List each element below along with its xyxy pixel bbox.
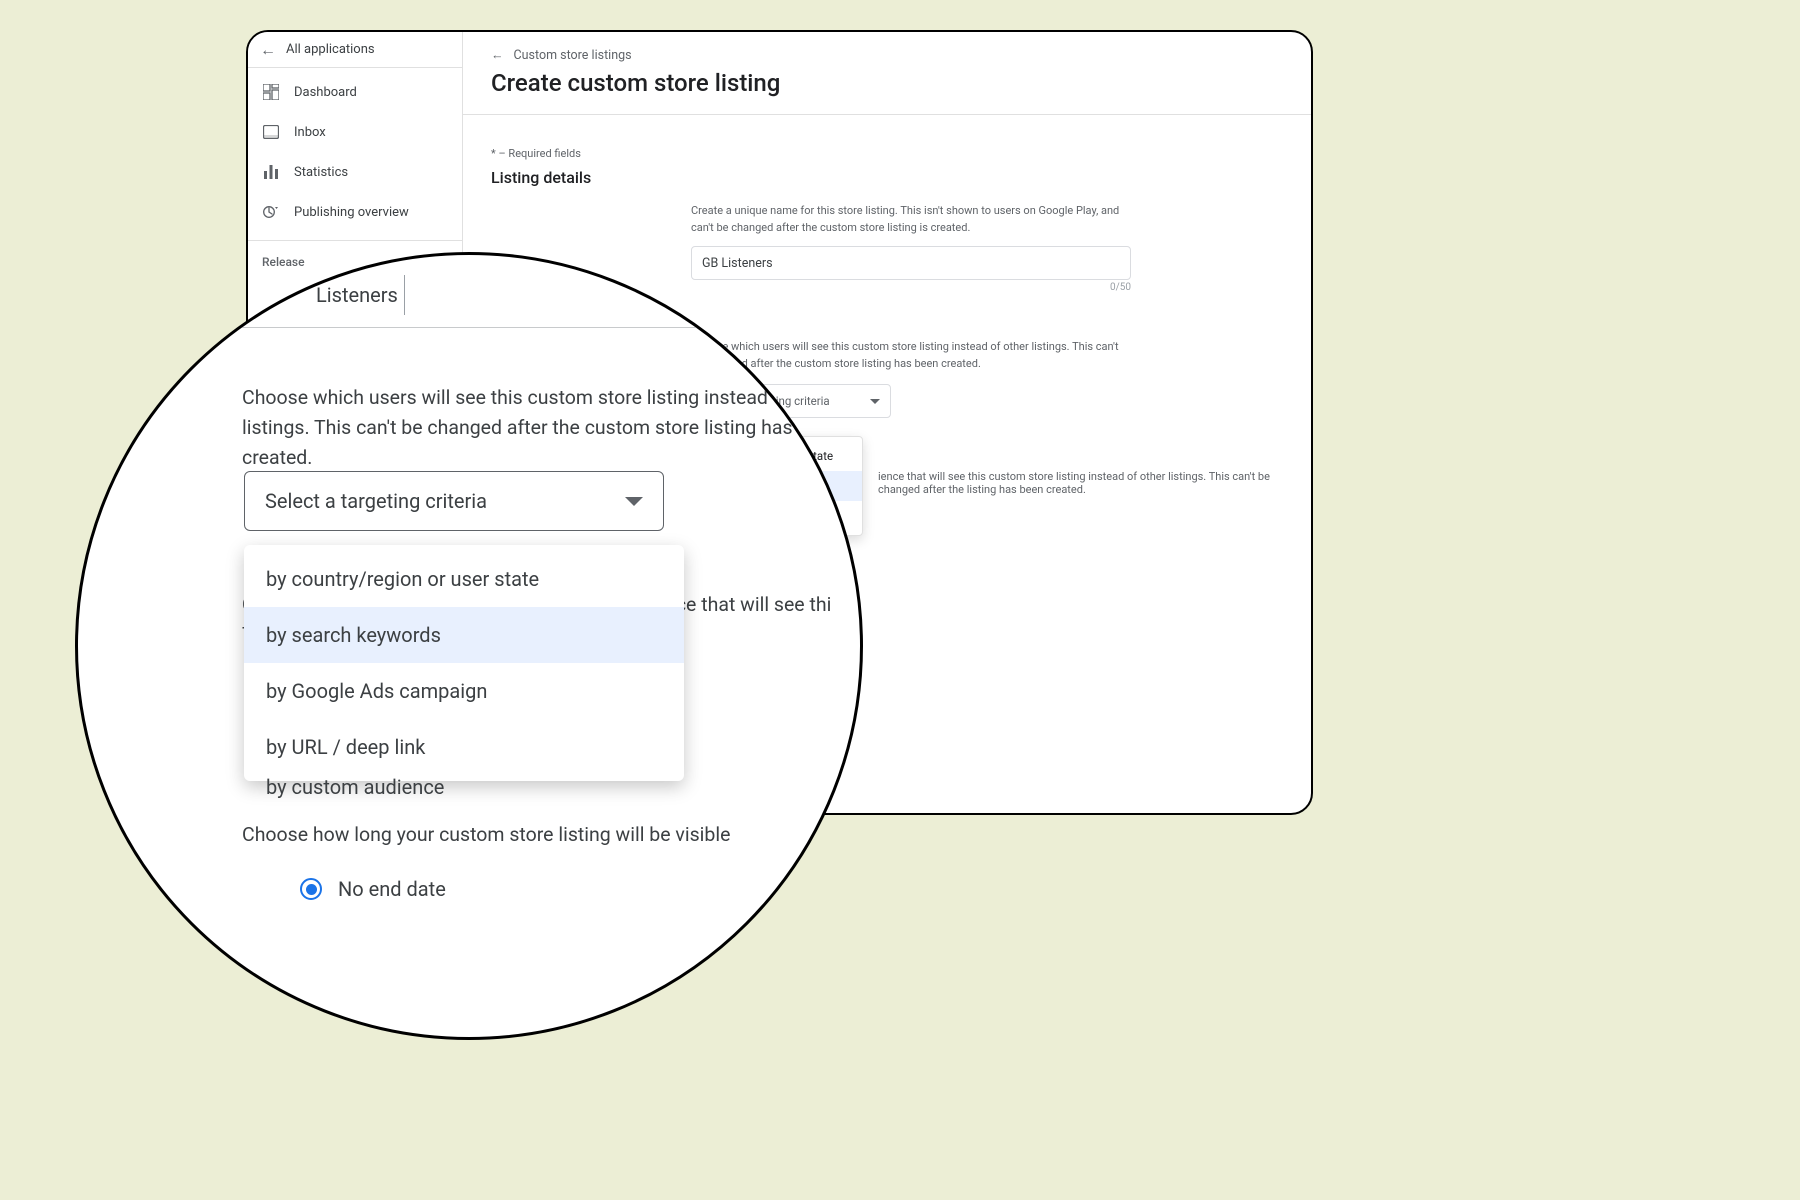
sidebar-back[interactable]: ← All applications bbox=[248, 32, 462, 68]
sidebar-back-label: All applications bbox=[286, 42, 375, 57]
breadcrumb-label: Custom store listings bbox=[514, 48, 632, 63]
magnified-targeting-select[interactable]: Select a targeting criteria bbox=[244, 471, 664, 531]
dropdown-option[interactable]: by Google Ads campaign bbox=[244, 663, 684, 719]
dashboard-icon bbox=[262, 83, 280, 101]
magnified-select-value: Select a targeting criteria bbox=[265, 489, 487, 513]
listing-name-input[interactable]: GB Listeners bbox=[691, 246, 1131, 280]
name-help-text: Create a unique name for this store list… bbox=[691, 203, 1131, 236]
magnified-duration-help: Choose how long your custom store listin… bbox=[242, 823, 730, 846]
inbox-icon bbox=[262, 123, 280, 141]
audience-help-fragment: ience that will see this custom store li… bbox=[878, 470, 1311, 496]
listing-name-value: GB Listeners bbox=[702, 256, 773, 271]
breadcrumb[interactable]: ← Custom store listings bbox=[491, 48, 1283, 63]
page-title: Create custom store listing bbox=[491, 69, 1283, 113]
targeting-help-text: Choose which users will see this custom … bbox=[691, 339, 1131, 372]
magnifier-lens: Listeners Choose which users will see th… bbox=[75, 252, 863, 1040]
sidebar-item-inbox[interactable]: Inbox bbox=[248, 112, 462, 152]
dropdown-option[interactable]: by custom audience bbox=[266, 775, 444, 799]
sidebar-item-label: Statistics bbox=[294, 165, 348, 180]
duration-radio-no-end-date[interactable]: No end date bbox=[300, 877, 446, 901]
dropdown-option-selected[interactable]: by search keywords bbox=[244, 607, 684, 663]
radio-label: No end date bbox=[338, 877, 446, 901]
magnified-input-value[interactable]: Listeners bbox=[310, 275, 405, 315]
required-note: * – Required fields bbox=[491, 147, 1283, 160]
sidebar-item-publishing[interactable]: Publishing overview bbox=[248, 192, 462, 232]
publishing-icon bbox=[262, 203, 280, 221]
sidebar-item-label: Dashboard bbox=[294, 85, 357, 100]
magnified-targeting-dropdown: by country/region or user state by searc… bbox=[244, 545, 684, 781]
sidebar-item-statistics[interactable]: Statistics bbox=[248, 152, 462, 192]
divider bbox=[138, 327, 838, 328]
caret-down-icon bbox=[625, 497, 643, 506]
sidebar-item-dashboard[interactable]: Dashboard bbox=[248, 72, 462, 112]
radio-selected-icon bbox=[300, 878, 322, 900]
arrow-left-icon: ← bbox=[491, 48, 504, 63]
sidebar-item-label: Inbox bbox=[294, 125, 326, 140]
caret-down-icon bbox=[870, 399, 880, 404]
char-counter: 0/50 bbox=[691, 282, 1131, 293]
dropdown-option[interactable]: by URL / deep link bbox=[244, 719, 684, 775]
arrow-left-icon: ← bbox=[260, 40, 276, 60]
divider bbox=[463, 114, 1311, 115]
section-title: Listing details bbox=[491, 168, 1283, 187]
dropdown-option[interactable]: by country/region or user state bbox=[244, 551, 684, 607]
statistics-icon bbox=[262, 163, 280, 181]
magnified-targeting-help: Choose which users will see this custom … bbox=[242, 383, 863, 474]
sidebar-item-label: Publishing overview bbox=[294, 205, 409, 220]
